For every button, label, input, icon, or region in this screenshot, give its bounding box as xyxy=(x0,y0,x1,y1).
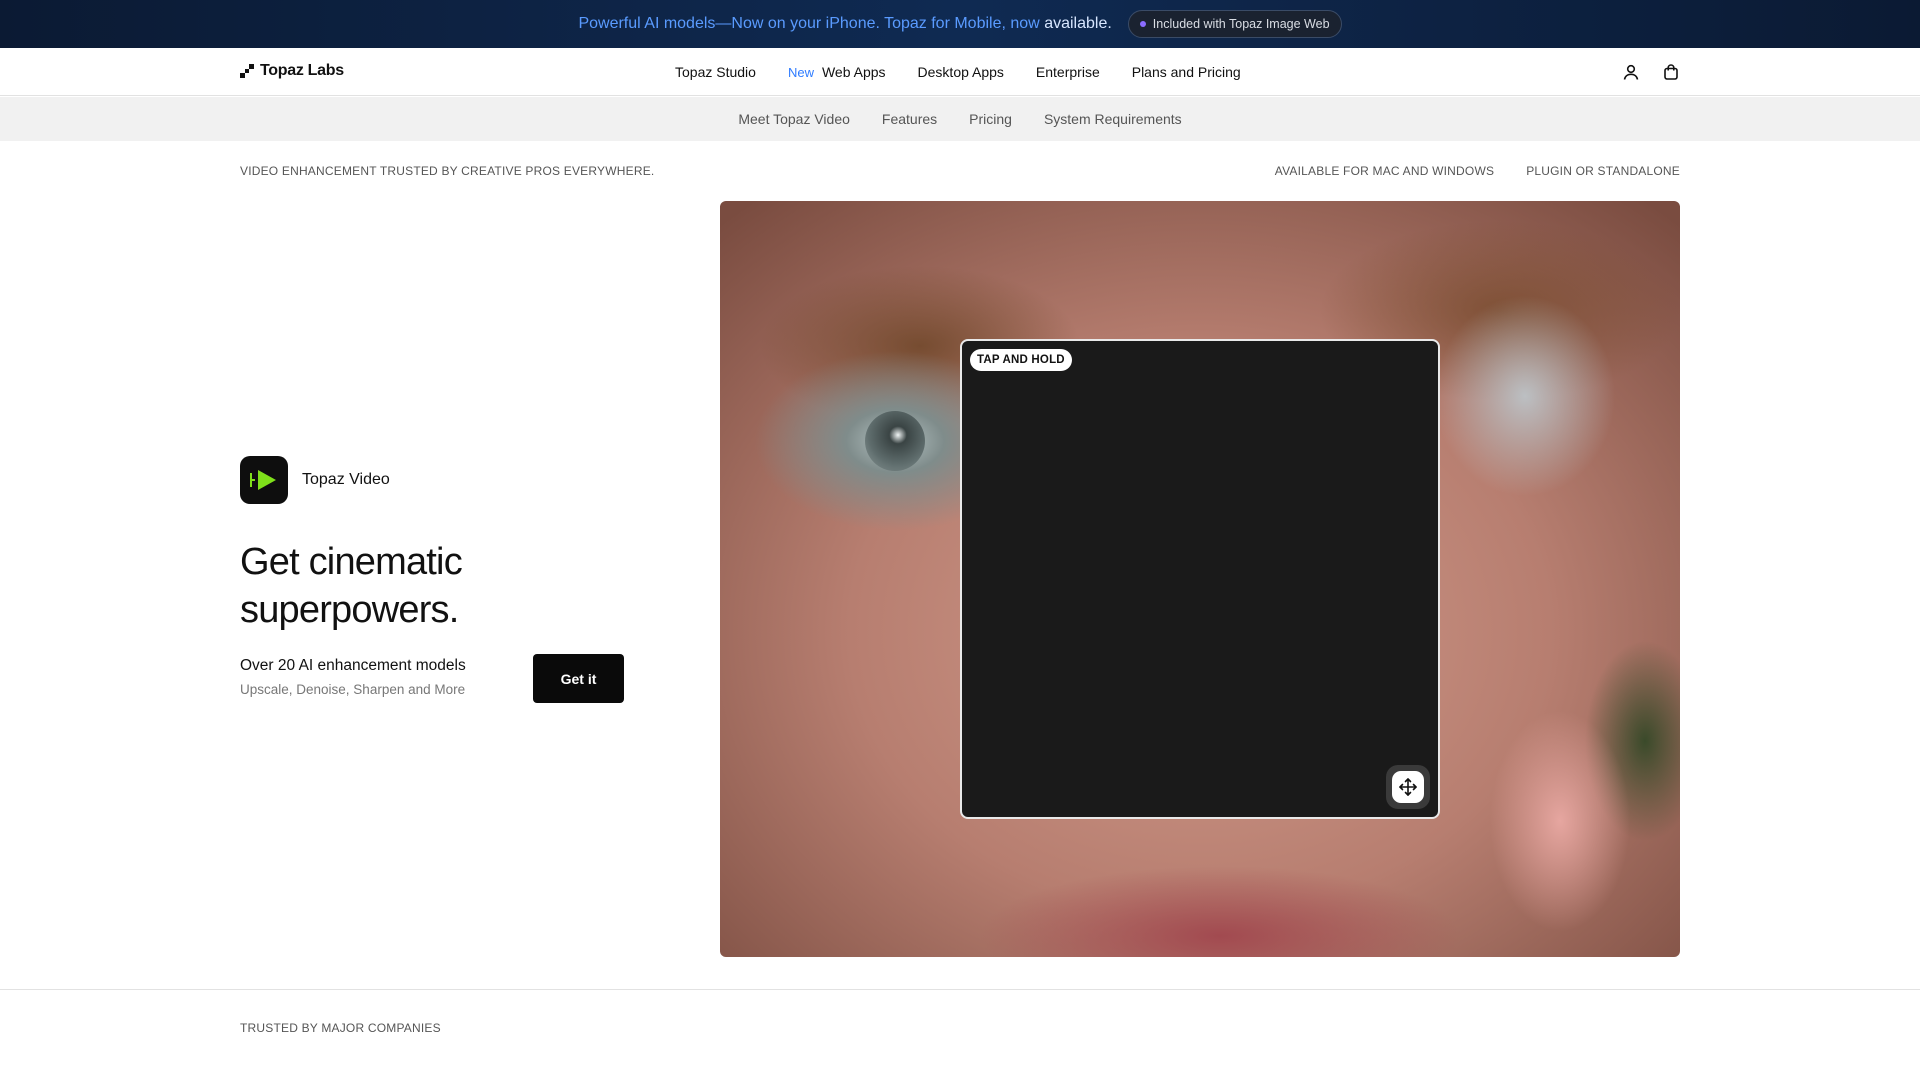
new-badge: New xyxy=(787,64,814,80)
logo-text: Topaz Labs xyxy=(260,62,344,79)
announcement-highlight[interactable]: Powerful AI models—Now on your iPhone. T… xyxy=(578,15,1039,32)
nav-plans-pricing[interactable]: Plans and Pricing xyxy=(1132,64,1241,80)
subnav-features[interactable]: Features xyxy=(882,111,937,127)
announcement-pill-label: Included with Topaz Image Web xyxy=(1152,17,1330,31)
logo[interactable]: Topaz Labs xyxy=(240,62,344,80)
logo-mark-icon xyxy=(240,64,254,78)
compare-drag-handle[interactable] xyxy=(1386,765,1430,809)
sub-nav: Meet Topaz Video Features Pricing System… xyxy=(0,97,1920,141)
info-right: AVAILABLE FOR MAC AND WINDOWS PLUGIN OR … xyxy=(1275,164,1680,178)
comparison-window[interactable]: TAP AND HOLD xyxy=(960,339,1440,819)
announcement-plain: available. xyxy=(1044,15,1112,32)
tap-and-hold-label: TAP AND HOLD xyxy=(970,349,1072,371)
nav-link-label: Topaz Studio xyxy=(675,64,756,80)
shopping-bag-icon[interactable] xyxy=(1662,63,1680,81)
info-availability: AVAILABLE FOR MAC AND WINDOWS xyxy=(1274,164,1495,178)
play-icon xyxy=(240,456,288,504)
subnav-meet-topaz-video[interactable]: Meet Topaz Video xyxy=(738,111,850,127)
nav-desktop-apps[interactable]: Desktop Apps xyxy=(918,64,1004,80)
nav-link-label: Desktop Apps xyxy=(917,64,1004,80)
nav-link-label: Plans and Pricing xyxy=(1131,64,1241,80)
announcement-text[interactable]: Powerful AI models—Now on your iPhone. T… xyxy=(578,15,1111,33)
eye-highlight xyxy=(865,411,925,471)
subnav-pricing[interactable]: Pricing xyxy=(969,111,1012,127)
user-icon[interactable] xyxy=(1622,63,1640,81)
nav-enterprise[interactable]: Enterprise xyxy=(1036,64,1100,80)
subnav-system-requirements[interactable]: System Requirements xyxy=(1044,111,1182,127)
nav-web-apps[interactable]: New Web Apps xyxy=(788,64,886,80)
nav-link-label: Enterprise xyxy=(1035,64,1100,80)
main-nav: Topaz Labs Topaz Studio New Web Apps Des… xyxy=(0,48,1920,96)
nav-links: Topaz Studio New Web Apps Desktop Apps E… xyxy=(675,48,1241,96)
trusted-label: TRUSTED BY MAJOR COMPANIES xyxy=(240,1021,441,1035)
features-subtitle: Upscale, Denoise, Sharpen and More xyxy=(240,682,466,697)
announcement-pill[interactable]: Included with Topaz Image Web xyxy=(1127,10,1342,38)
nav-link-label: Web Apps xyxy=(821,64,886,80)
get-it-button[interactable]: Get it xyxy=(533,654,624,703)
move-icon xyxy=(1392,771,1424,803)
info-plugin: PLUGIN OR STANDALONE xyxy=(1526,164,1680,178)
product-name: Topaz Video xyxy=(302,471,390,488)
info-tagline: VIDEO ENHANCEMENT TRUSTED BY CREATIVE PR… xyxy=(240,164,655,178)
features-title: Over 20 AI enhancement models xyxy=(240,657,466,674)
section-divider xyxy=(0,989,1920,990)
product-identity: Topaz Video xyxy=(240,456,390,504)
hero-headline: Get cinematic superpowers. xyxy=(240,541,463,631)
nav-topaz-studio[interactable]: Topaz Studio xyxy=(675,64,756,80)
announcement-bar: Powerful AI models—Now on your iPhone. T… xyxy=(0,0,1920,48)
pill-dot-icon xyxy=(1139,21,1146,27)
nav-icons xyxy=(1622,48,1680,96)
